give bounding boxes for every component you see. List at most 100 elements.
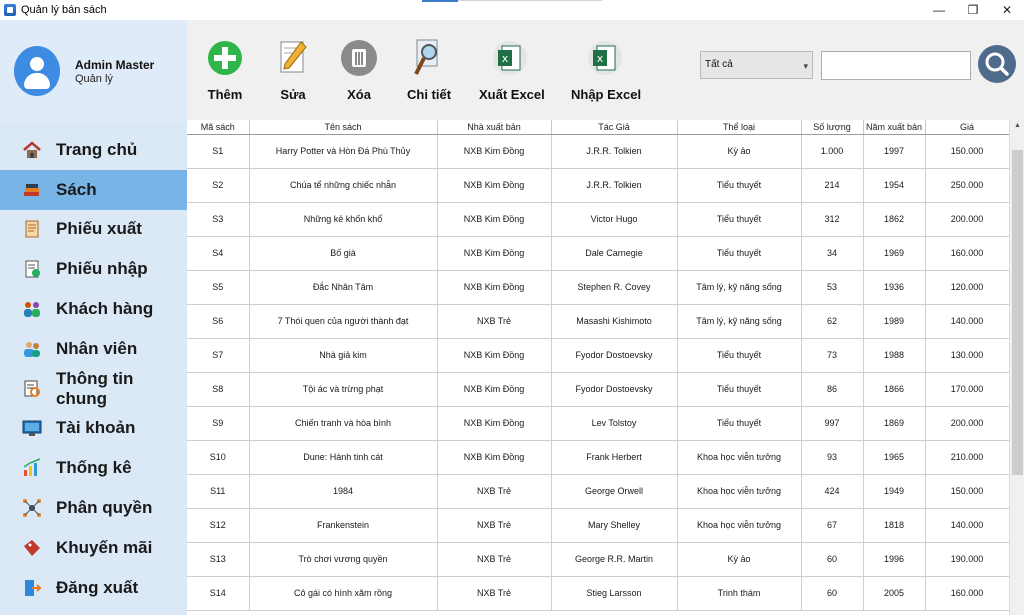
- minimize-button[interactable]: —: [922, 0, 956, 20]
- table-row[interactable]: S2 Chúa tể những chiếc nhẫn NXB Kim Đồng J.…: [187, 168, 1010, 203]
- cell-quantity: 214: [801, 168, 864, 203]
- category-filter-select[interactable]: Tất cả ▾: [700, 51, 813, 79]
- cell-author: Fyodor Dostoevsky: [551, 372, 678, 407]
- table-row[interactable]: S14 Cô gái có hình xăm rồng NXB Trẻ Stieg L…: [187, 576, 1010, 611]
- column-header-genre[interactable]: Thể loại: [677, 120, 802, 135]
- home-icon: [23, 141, 41, 158]
- cell-year: 1954: [863, 168, 926, 203]
- table-row[interactable]: S9 Chiến tranh và hòa bình NXB Kim Đồng Lev…: [187, 406, 1010, 441]
- sidebar-item-label: Sách: [56, 179, 97, 199]
- add-button[interactable]: Thêm: [207, 38, 243, 102]
- import-excel-button[interactable]: x Nhập Excel: [571, 38, 641, 102]
- column-header-book-id[interactable]: Mã sách: [187, 120, 250, 135]
- delete-label: Xóa: [347, 87, 371, 102]
- maximize-button[interactable]: ❐: [956, 0, 990, 20]
- permissions-icon: [23, 499, 41, 518]
- table-row[interactable]: S6 7 Thói quen của người thành đạt NXB Trẻ…: [187, 304, 1010, 339]
- export-receipt-icon: [25, 220, 39, 238]
- cell-quantity: 997: [801, 406, 864, 441]
- delete-button[interactable]: Xóa: [341, 38, 377, 102]
- cell-quantity: 86: [801, 372, 864, 407]
- sidebar-item-logout[interactable]: Đăng xuất: [0, 568, 187, 608]
- export-excel-button[interactable]: x Xuất Excel: [479, 38, 545, 102]
- sidebar-item-account[interactable]: Tài khoản: [0, 409, 187, 449]
- table-row[interactable]: S4 Bố già NXB Kim Đồng Dale Carnegie Tiểu th…: [187, 236, 1010, 271]
- column-header-year[interactable]: Năm xuất bản: [863, 120, 926, 135]
- sidebar-item-label: Trang chủ: [56, 139, 138, 159]
- avatar: [14, 46, 60, 96]
- statistics-icon: [23, 458, 41, 477]
- cell-publisher: NXB Kim Đồng: [437, 338, 552, 373]
- cell-price: 130.000: [925, 338, 1010, 373]
- user-profile: Admin Master Quản lý: [0, 20, 187, 122]
- scrollbar-thumb[interactable]: [1012, 150, 1023, 475]
- close-button[interactable]: ✕: [990, 0, 1024, 20]
- sidebar-item-import-receipt[interactable]: Phiếu nhập: [0, 249, 187, 289]
- table-row[interactable]: S11 1984 NXB Trẻ George Orwell Khoa học viễn…: [187, 474, 1010, 509]
- cell-book-id: S10: [187, 440, 250, 475]
- cell-year: 1936: [863, 270, 926, 305]
- table-row[interactable]: S3 Những kẻ khốn khổ NXB Kim Đồng Victor Hu…: [187, 202, 1010, 237]
- detail-button[interactable]: Chi tiết: [407, 38, 451, 102]
- table-row[interactable]: S10 Dune: Hành tinh cát NXB Kim Đồng Frank …: [187, 440, 1010, 475]
- sidebar-item-label: Tài khoản: [56, 418, 136, 438]
- cell-author: Masashi Kishimoto: [551, 304, 678, 339]
- table-row[interactable]: S1 Harry Potter và Hòn Đá Phù Thủy NXB Kim…: [187, 134, 1010, 169]
- sidebar-item-books[interactable]: Sách: [0, 169, 187, 210]
- table-row[interactable]: S5 Đắc Nhân Tâm NXB Kim Đồng Stephen R. Cov…: [187, 270, 1010, 305]
- cell-book-id: S5: [187, 270, 250, 305]
- filter-selected-value: Tất cả: [705, 59, 733, 70]
- cell-publisher: NXB Kim Đồng: [437, 134, 552, 169]
- sidebar-item-promotion[interactable]: Khuyến mãi: [0, 528, 187, 568]
- books-table-container: Mã sách Tên sách Nhà xuất bản Tác Giả Th…: [187, 120, 1024, 615]
- cell-title: 7 Thói quen của người thành đạt: [249, 304, 438, 339]
- sidebar-item-general-info[interactable]: Thông tin chung: [0, 369, 187, 409]
- chevron-down-icon: ▾: [803, 61, 808, 71]
- sidebar-item-employees[interactable]: Nhân viên: [0, 329, 187, 369]
- cell-book-id: S6: [187, 304, 250, 339]
- sidebar-item-label: Nhân viên: [56, 338, 138, 358]
- sidebar-item-customers[interactable]: Khách hàng: [0, 289, 187, 329]
- scroll-up-arrow-icon[interactable]: ▲: [1014, 122, 1021, 129]
- titlebar-divider: [458, 0, 602, 1]
- cell-author: Victor Hugo: [551, 202, 678, 237]
- cell-year: 1818: [863, 508, 926, 543]
- edit-label: Sửa: [280, 87, 306, 102]
- column-header-author[interactable]: Tác Giả: [551, 120, 678, 135]
- cell-title: Cô gái có hình xăm rồng: [249, 576, 438, 611]
- column-header-publisher[interactable]: Nhà xuất bản: [437, 120, 552, 135]
- table-row[interactable]: S12 Frankenstein NXB Trẻ Mary Shelley Khoa h…: [187, 508, 1010, 543]
- sidebar-item-export-receipt[interactable]: Phiếu xuất: [0, 210, 187, 250]
- table-row[interactable]: S7 Nhà giả kim NXB Kim Đồng Fyodor Dostoevs…: [187, 338, 1010, 373]
- cell-genre: Tiểu thuyết: [677, 202, 802, 237]
- cell-genre: Tiểu thuyết: [677, 372, 802, 407]
- table-row[interactable]: S13 Trò chơi vương quyền NXB Trẻ George R.R…: [187, 542, 1010, 577]
- cell-publisher: NXB Trẻ: [437, 576, 552, 611]
- sidebar-item-home[interactable]: Trang chủ: [0, 130, 187, 170]
- table-row[interactable]: S8 Tội ác và trừng phạt NXB Kim Đồng Fyodor…: [187, 372, 1010, 407]
- account-icon: [22, 420, 42, 437]
- cell-genre: Tiểu thuyết: [677, 236, 802, 271]
- column-header-title[interactable]: Tên sách: [249, 120, 438, 135]
- cell-price: 140.000: [925, 508, 1010, 543]
- cell-publisher: NXB Kim Đồng: [437, 168, 552, 203]
- column-header-price[interactable]: Giá: [925, 120, 1010, 135]
- cell-price: 160.000: [925, 576, 1010, 611]
- vertical-scrollbar[interactable]: ▲: [1009, 120, 1024, 615]
- cell-author: Dale Carnegie: [551, 236, 678, 271]
- cell-year: 2005: [863, 576, 926, 611]
- cell-book-id: S1: [187, 134, 250, 169]
- cell-title: Dune: Hành tinh cát: [249, 440, 438, 475]
- sidebar-item-permissions[interactable]: Phân quyền: [0, 488, 187, 528]
- search-input[interactable]: [821, 51, 971, 80]
- column-header-quantity[interactable]: Số lượng: [801, 120, 864, 135]
- search-button[interactable]: [978, 45, 1016, 83]
- cell-title: Những kẻ khốn khổ: [249, 202, 438, 237]
- cell-year: 1965: [863, 440, 926, 475]
- sidebar-item-statistics[interactable]: Thống kê: [0, 448, 187, 488]
- sidebar: Admin Master Quản lý Trang chủ Sách Phiế…: [0, 20, 187, 615]
- cell-publisher: NXB Kim Đồng: [437, 236, 552, 271]
- export-excel-label: Xuất Excel: [479, 87, 545, 102]
- edit-button[interactable]: Sửa: [275, 38, 311, 102]
- cell-title: Bố già: [249, 236, 438, 271]
